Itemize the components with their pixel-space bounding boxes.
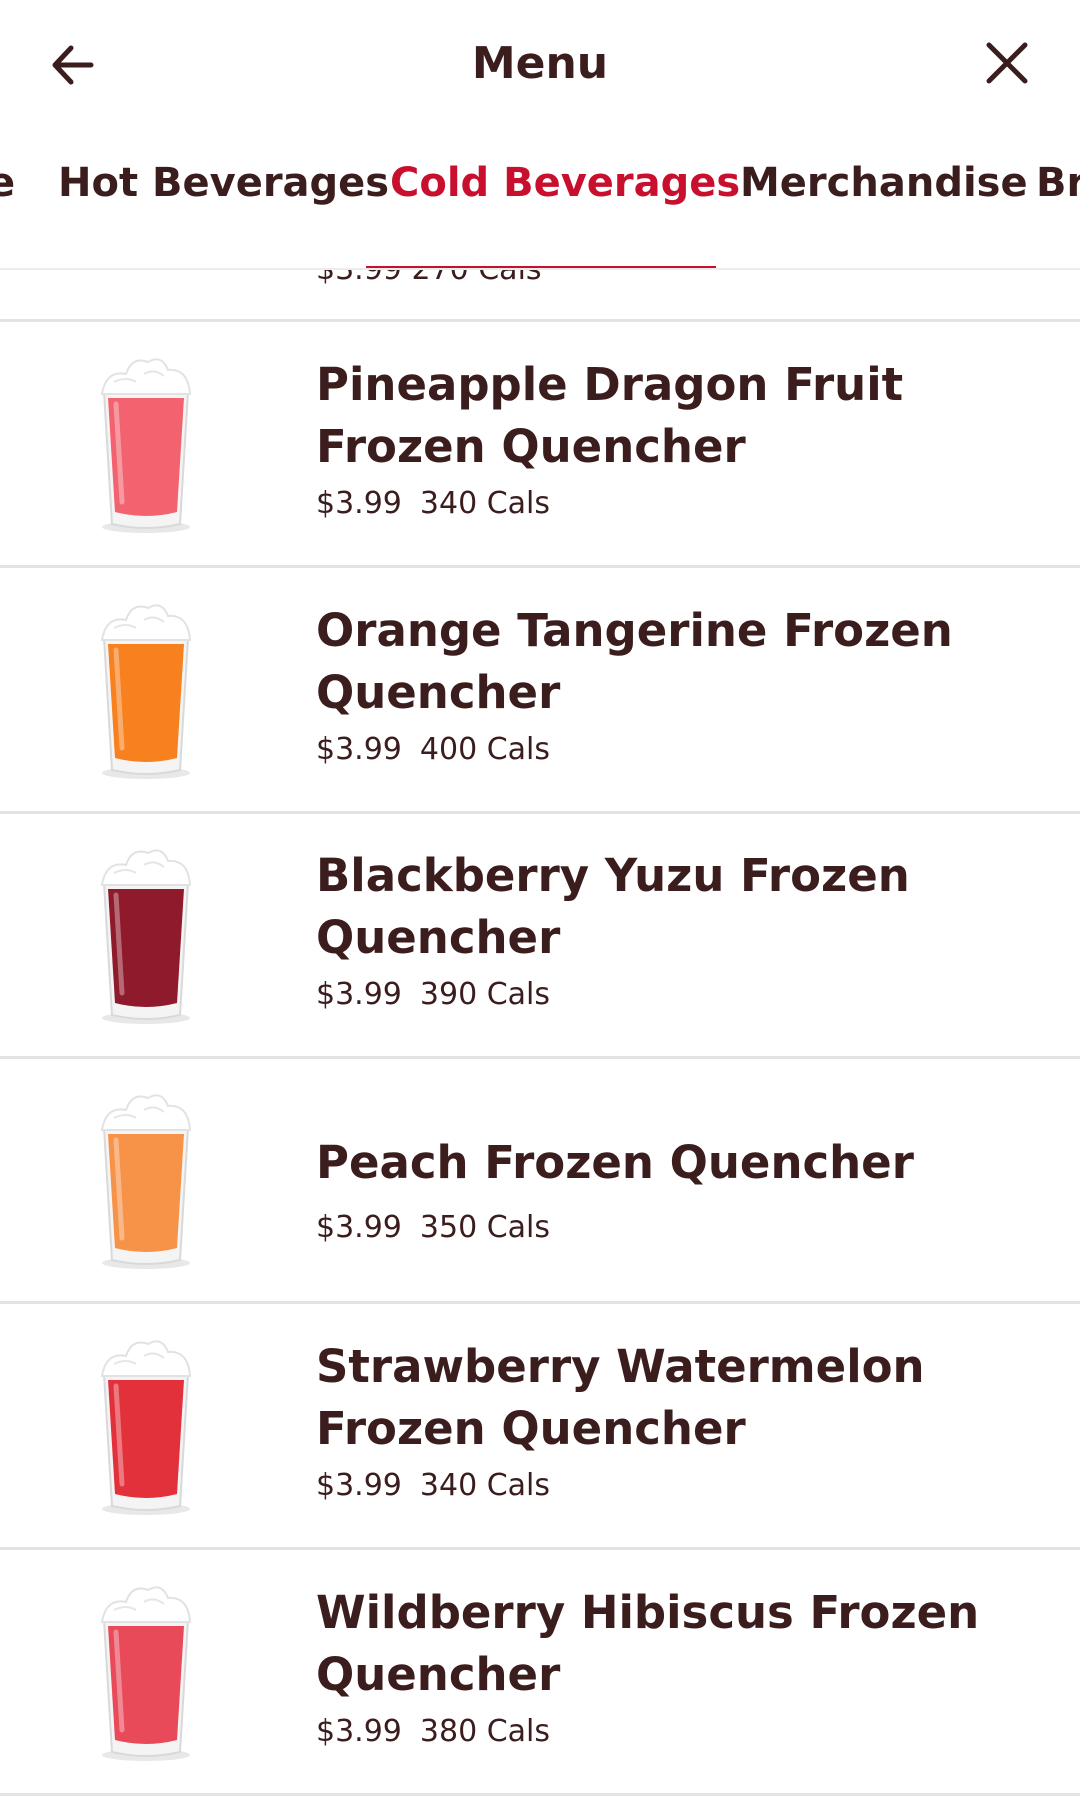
item-name-line: Strawberry Watermelon: [316, 1340, 925, 1393]
item-name: Orange Tangerine Frozen Quencher: [316, 600, 1016, 724]
app-header: Menu: [0, 0, 1080, 130]
item-meta: $3.99 400 Cals: [316, 732, 568, 767]
item-calories: 350 Cals: [419, 1210, 550, 1245]
item-calories: 380 Cals: [419, 1714, 550, 1749]
item-calories: 340 Cals: [419, 486, 550, 521]
item-name-line: Quencher: [316, 666, 561, 719]
list-item[interactable]: Peach Frozen Quencher $3.99 350 Cals: [0, 1060, 1080, 1304]
item-name: Strawberry Watermelon Frozen Quencher: [316, 1336, 1016, 1460]
item-meta: $3.99 350 Cals: [316, 1210, 568, 1245]
item-meta: $3.99 340 Cals: [316, 486, 568, 521]
item-calories: 400 Cals: [419, 732, 550, 767]
item-name-line: Peach Frozen Quencher: [316, 1136, 914, 1189]
item-name: Pineapple Dragon Fruit Frozen Quencher: [316, 354, 1016, 478]
item-price: $3.99: [316, 732, 402, 767]
item-price: $3.99: [316, 977, 402, 1012]
item-name: Wildberry Hibiscus Frozen Quencher: [316, 1582, 1016, 1706]
item-name-line: Orange Tangerine Frozen: [316, 604, 953, 657]
item-price: $3.99: [316, 1714, 402, 1749]
tab-hot-beverages[interactable]: Hot Beverages: [58, 160, 389, 236]
tab-cold-beverages[interactable]: Cold Beverages: [390, 160, 740, 236]
beverage-image: [100, 849, 192, 1024]
item-meta: $3.99 380 Cals: [316, 1714, 568, 1749]
beverage-image: [100, 1094, 192, 1269]
beverage-image: [100, 1586, 192, 1761]
item-price: $3.99: [316, 486, 402, 521]
list-item[interactable]: Wildberry Hibiscus Frozen Quencher $3.99 38…: [0, 1552, 1080, 1796]
list-item[interactable]: Pineapple Dragon Fruit Frozen Quencher $3.…: [0, 324, 1080, 568]
item-price: $3.99: [316, 1210, 402, 1245]
beverage-image: [100, 358, 192, 533]
item-calories: 340 Cals: [419, 1468, 550, 1503]
tab-partial-left[interactable]: e: [0, 160, 15, 236]
item-name-line: Pineapple Dragon Fruit: [316, 358, 904, 411]
beverage-image: [100, 604, 192, 779]
list-item[interactable]: Strawberry Watermelon Frozen Quencher $3.9…: [0, 1306, 1080, 1550]
active-tab-indicator: [366, 266, 716, 268]
tab-merchandise[interactable]: Merchandise: [740, 160, 1028, 236]
category-tabs: e Hot Beverages Cold Beverages Merchandi…: [0, 130, 1080, 270]
close-button[interactable]: [972, 28, 1042, 98]
item-name-line: Quencher: [316, 911, 561, 964]
item-meta: $3.99 340 Cals: [316, 1468, 568, 1503]
item-name: Peach Frozen Quencher: [316, 1132, 1016, 1194]
item-name: Blackberry Yuzu Frozen Quencher: [316, 845, 1016, 969]
beverage-image: [100, 1340, 192, 1515]
item-price: $3.99: [316, 1468, 402, 1503]
item-name-line: Wildberry Hibiscus Frozen: [316, 1586, 980, 1639]
item-calories: 390 Cals: [419, 977, 550, 1012]
item-name-line: Quencher: [316, 1648, 561, 1701]
close-icon: [986, 42, 1028, 84]
item-name-line: Frozen Quencher: [316, 420, 746, 473]
tab-partial-right[interactable]: Br: [1036, 160, 1080, 236]
item-name-line: Blackberry Yuzu Frozen: [316, 849, 910, 902]
item-meta: $3.99 390 Cals: [316, 977, 568, 1012]
list-item[interactable]: Blackberry Yuzu Frozen Quencher $3.99 390 C…: [0, 815, 1080, 1059]
page-title: Menu: [471, 38, 609, 89]
list-item[interactable]: Orange Tangerine Frozen Quencher $3.99 400 …: [0, 570, 1080, 814]
item-name-line: Frozen Quencher: [316, 1402, 746, 1455]
